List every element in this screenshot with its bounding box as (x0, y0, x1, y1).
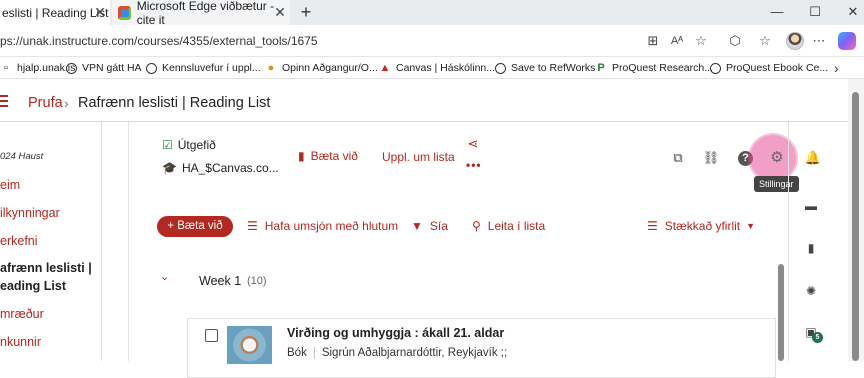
bookmark-item[interactable]: P ProQuest Research... (595, 57, 713, 79)
bookmark-item[interactable]: ▫ hjalp.unak.is (0, 57, 75, 79)
published-status[interactable]: ☑ Útgefið (162, 138, 216, 152)
item-meta: Bók | Sigrún Aðalbjarnardóttir, Reykjaví… (287, 347, 507, 359)
close-tab-icon[interactable]: ✕ (92, 4, 108, 20)
add-item-link[interactable]: ▮ Bæta við (298, 149, 358, 163)
chevron-right-icon[interactable]: › (834, 57, 839, 79)
proquest-icon: P (597, 62, 605, 74)
sidebar-item-reading-list-2[interactable]: eading List (0, 277, 66, 296)
globe-icon (495, 62, 506, 74)
item-authors: Sigrún Aðalbjarnardóttir, Reykjavík ;; (321, 347, 508, 359)
list-info-link[interactable]: Uppl. um lista (382, 150, 455, 164)
graduation-cap-icon: 🎓 (162, 161, 177, 175)
hamburger-icon[interactable] (0, 95, 8, 107)
course-sidebar: 024 Haust eim ilkynningar erkefni afrænn… (0, 122, 102, 361)
bulb-icon: ● (267, 62, 275, 74)
bookmark-item[interactable]: Save to RefWorks (495, 57, 595, 79)
favorite-star-icon[interactable]: ☆ (692, 32, 710, 50)
manage-items-button[interactable]: ☰ Hafa umsjón með hlutum (247, 219, 398, 233)
close-tab-icon[interactable]: ✕ (272, 4, 288, 20)
bookmarks-bar: ▫ hjalp.unak.is VPN gátt HA Kennsluvefur … (0, 57, 864, 79)
course-link[interactable]: 🎓 HA_$Canvas.co... (162, 161, 279, 175)
comment-icon[interactable]: ▬ (804, 199, 818, 213)
bookmark-item[interactable]: Kennsluvefur í uppl... (146, 57, 261, 79)
copilot-icon[interactable] (838, 32, 856, 50)
gear-icon[interactable]: ⚙ (768, 149, 786, 167)
favorites-icon[interactable]: ☆ (756, 32, 774, 50)
window-close-icon[interactable]: ✕ (844, 3, 862, 21)
panel-scrollbar-thumb[interactable] (778, 264, 784, 361)
tab-reading-list[interactable]: eslisti | Reading List ✕ (0, 0, 110, 25)
sidebar-item-reading-list[interactable]: afrænn leslisti | (0, 259, 92, 278)
split-screen-icon[interactable]: ⊞ (644, 32, 662, 50)
rail-badge: 5 (812, 332, 823, 343)
canvas-icon: ▲ (379, 62, 391, 74)
chevron-down-icon[interactable]: ⌄ (160, 270, 169, 283)
filter-icon: ▼ (411, 219, 423, 233)
bookmark-item[interactable]: ▲ Canvas | Háskólinn... (379, 57, 495, 79)
open-new-window-icon[interactable]: ⧉ (669, 149, 687, 167)
address-bar: ps://unak.instructure.com/courses/4355/e… (0, 25, 864, 57)
more-options-icon[interactable]: ••• (466, 158, 482, 172)
page-scrollbar-thumb[interactable] (852, 92, 859, 361)
tab-strip: eslisti | Reading List ✕ Microsoft Edge … (0, 0, 864, 27)
chevron-down-icon: ▼ (746, 221, 756, 231)
doc-icon: ▫ (4, 62, 8, 74)
breadcrumb-course[interactable]: Prufa (28, 95, 63, 111)
search-list-button[interactable]: ⚲ Leita í lista (472, 219, 545, 233)
book-cover-image (227, 326, 272, 364)
meta-separator: | (312, 347, 316, 359)
expanded-view-icon: ☰ (647, 219, 658, 233)
term-label: 024 Haust (0, 151, 44, 162)
new-tab-icon[interactable]: + (296, 2, 316, 22)
week-label[interactable]: Week 1 (199, 274, 241, 288)
extensions-icon[interactable]: ⬡ (726, 32, 744, 50)
globe-icon (710, 62, 721, 74)
chevron-right-icon: › (64, 95, 69, 111)
more-menu-icon[interactable]: ⋯ (810, 32, 828, 50)
add-button[interactable]: + Bæta við (157, 216, 233, 237)
url-field[interactable]: ps://unak.instructure.com/courses/4355/e… (0, 25, 318, 57)
analytics-icon[interactable]: ▮ (804, 241, 818, 255)
notification-bell-icon[interactable]: 🔔 (804, 149, 822, 167)
item-checkbox[interactable] (205, 329, 218, 342)
sidebar-item-discussions[interactable]: mræður (0, 305, 44, 324)
sidebar-item-assignments[interactable]: erkefni (0, 232, 38, 251)
read-aloud-icon[interactable]: Aᴬ (668, 32, 686, 50)
published-check-icon: ☑ (162, 138, 173, 152)
edge-addons-icon (118, 5, 131, 20)
sidebar-item-quizzes[interactable]: nkunnir (0, 333, 41, 352)
bookmark-add-icon: ▮ (298, 149, 305, 163)
tab-edge-addons[interactable]: Microsoft Edge viðbætur - cite it ✕ (112, 0, 290, 27)
lightbulb-icon[interactable]: ✺ (804, 284, 818, 298)
week-count: (10) (247, 275, 267, 287)
breadcrumb-page: Rafrænn leslisti | Reading List (78, 95, 271, 111)
view-select[interactable]: ☰ Stækkað yfirlit ▼ (647, 219, 755, 233)
sidebar-item-home[interactable]: eim (0, 176, 20, 195)
minimize-icon[interactable]: — (768, 3, 786, 21)
divider (128, 122, 129, 361)
bookmark-item[interactable]: ProQuest Ebook Ce... (710, 57, 828, 79)
item-type: Bók (287, 347, 307, 359)
filter-button[interactable]: ▼ Sía (411, 219, 448, 233)
profile-avatar[interactable] (786, 32, 804, 50)
bookmark-item[interactable]: VPN gátt HA (66, 57, 142, 79)
sidebar-item-announcements[interactable]: ilkynningar (0, 204, 60, 223)
link-icon[interactable]: ⛓ (702, 149, 720, 167)
globe-icon (66, 62, 77, 74)
bookmark-item[interactable]: ● Opinn Aðgangur/O... (265, 57, 378, 79)
globe-icon (146, 62, 157, 74)
maximize-icon[interactable]: ☐ (806, 3, 824, 21)
item-title[interactable]: Virðing og umhyggja : ákall 21. aldar (287, 326, 504, 340)
tab-label: Microsoft Edge viðbætur - cite it (136, 0, 275, 27)
search-icon: ⚲ (472, 219, 481, 233)
share-icon[interactable]: ⋖ (466, 137, 480, 151)
manage-list-icon: ☰ (247, 219, 258, 233)
